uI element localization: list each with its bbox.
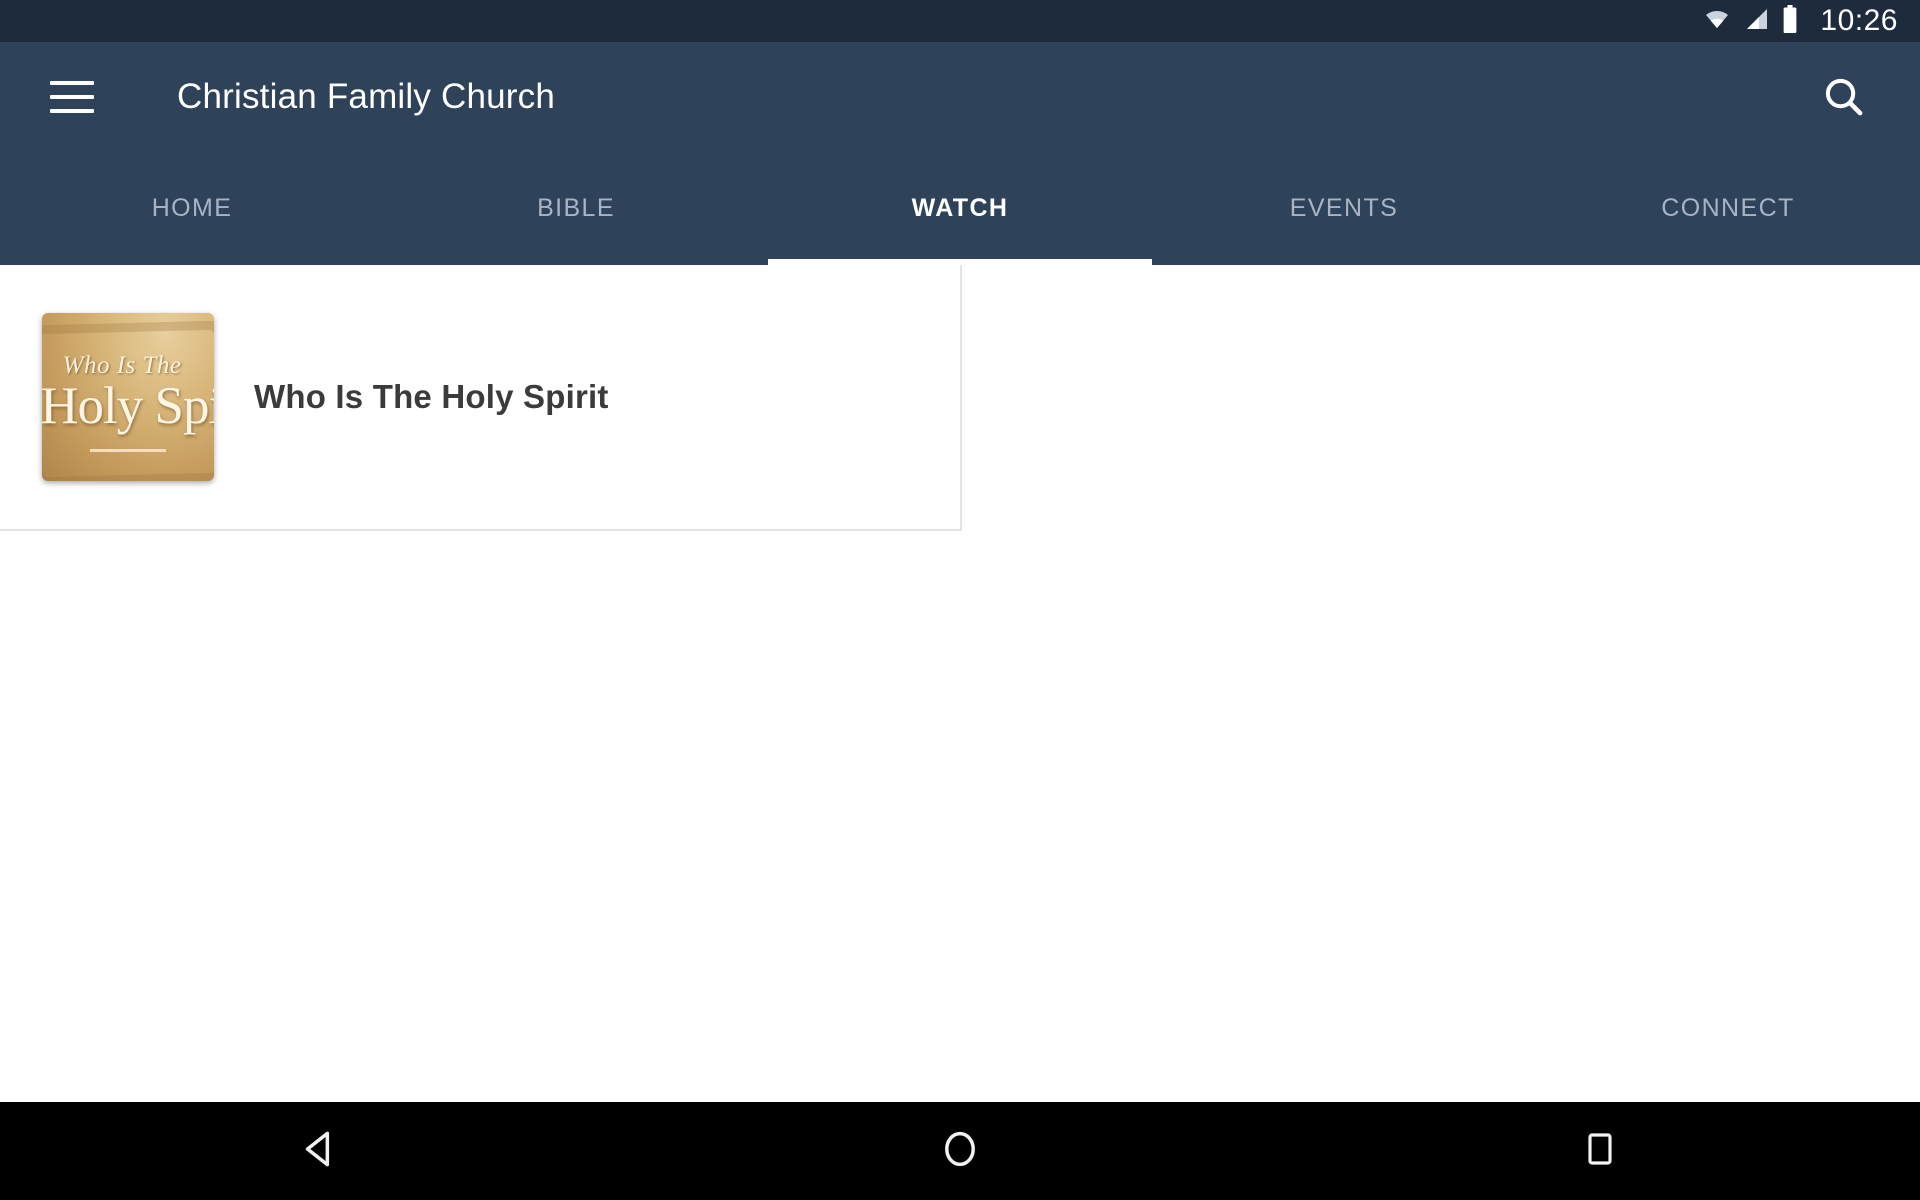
hamburger-menu-icon[interactable] [50, 81, 94, 113]
status-clock: 10:26 [1820, 4, 1898, 37]
status-icon-group: 10:26 [1702, 4, 1898, 38]
thumbnail-text-line1: Who Is The [62, 351, 182, 379]
app-bar: Christian Family Church [0, 42, 1920, 152]
thumbnail-text-line2: Holy Spirit [42, 377, 214, 436]
video-thumbnail: Who Is The Holy Spirit [42, 313, 214, 481]
tab-label: WATCH [911, 194, 1009, 222]
tab-events[interactable]: EVENTS [1152, 152, 1536, 265]
tab-watch[interactable]: WATCH [768, 152, 1152, 265]
hamburger-bar [50, 81, 94, 85]
battery-icon [1782, 4, 1798, 38]
hamburger-bar [50, 109, 94, 113]
thumbnail-rule-decoration [90, 449, 166, 453]
square-recents-icon [1580, 1129, 1620, 1174]
recents-button[interactable] [1280, 1102, 1920, 1200]
status-bar: 10:26 [0, 0, 1920, 42]
triangle-back-icon [298, 1127, 342, 1176]
list-item[interactable]: Who Is The Holy Spirit Who Is The Holy S… [0, 265, 962, 531]
wifi-icon [1702, 7, 1732, 36]
back-button[interactable] [0, 1102, 640, 1200]
list-item-title: Who Is The Holy Spirit [254, 378, 609, 415]
tab-label: HOME [151, 194, 233, 222]
thumbnail-artwork: Who Is The Holy Spirit [42, 313, 214, 481]
tab-bar: HOME BIBLE WATCH EVENTS CONNECT [0, 152, 1920, 265]
cellular-signal-icon [1744, 7, 1770, 36]
tab-label: EVENTS [1289, 194, 1399, 222]
hamburger-bar [50, 95, 94, 99]
android-navigation-bar [0, 1102, 1920, 1200]
app-title: Christian Family Church [177, 77, 556, 116]
tab-connect[interactable]: CONNECT [1536, 152, 1920, 265]
search-icon[interactable] [1816, 69, 1872, 125]
circle-home-icon [938, 1127, 982, 1176]
tab-bible[interactable]: BIBLE [384, 152, 768, 265]
tab-label: CONNECT [1661, 194, 1795, 222]
tab-label: BIBLE [537, 194, 615, 222]
app-screen: 10:26 Christian Family Church HOME BIBLE [0, 0, 1920, 1200]
home-button[interactable] [640, 1102, 1280, 1200]
watch-content-area: Who Is The Holy Spirit Who Is The Holy S… [0, 265, 1920, 1102]
tab-home[interactable]: HOME [0, 152, 384, 265]
